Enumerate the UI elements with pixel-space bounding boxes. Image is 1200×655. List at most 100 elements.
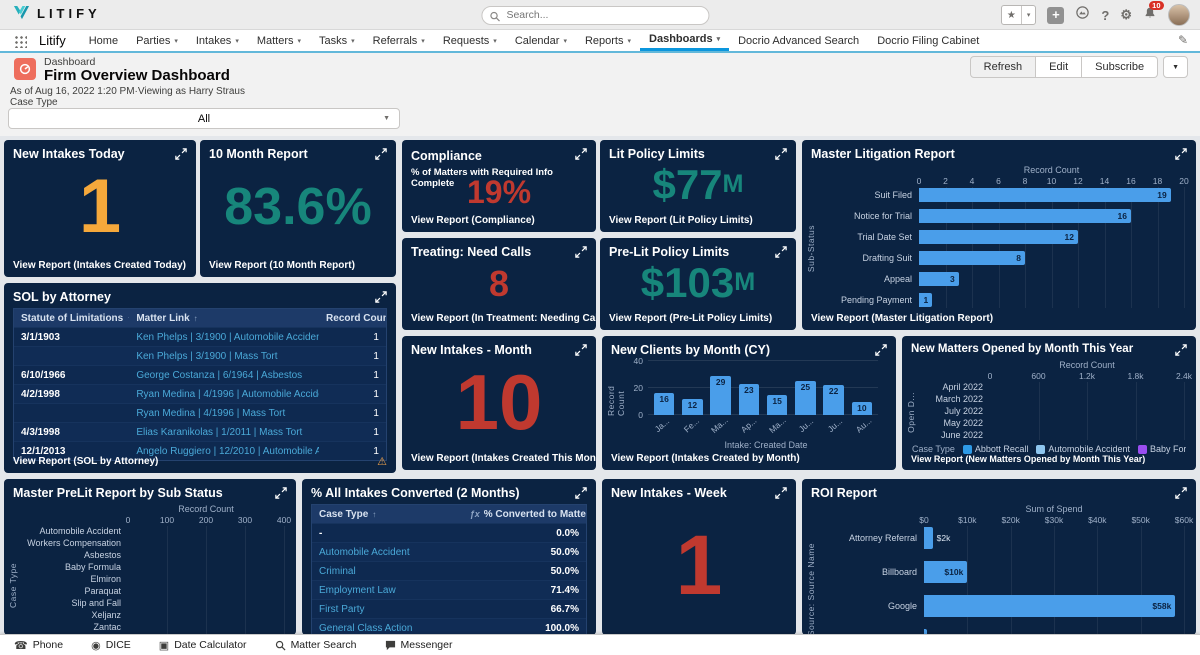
favorites-caret-icon[interactable]: ▾ [1021,6,1036,24]
case-type-link[interactable]: Employment Law [312,581,463,599]
axis-tick-label: 20 [1179,176,1188,186]
column-header[interactable]: Statute of Limitations↑ [14,309,129,327]
chart-bar[interactable] [919,230,1078,244]
trailhead-icon[interactable] [1075,5,1090,25]
view-report-link[interactable]: View Report (New Matters Opened by Month… [911,454,1145,464]
tab-tasks[interactable]: Tasks▾ [310,30,364,51]
utility-phone[interactable]: ☎Phone [0,635,77,655]
chart-bar[interactable]: 25 [795,381,815,415]
case-type-link[interactable]: First Party [312,600,463,618]
matter-link[interactable]: Ken Phelps | 3/1900 | Mass Tort [129,347,319,365]
notifications-bell-icon[interactable]: 10 [1143,6,1157,25]
quick-add-icon[interactable]: + [1047,7,1064,24]
view-report-link[interactable]: View Report (Intakes Created by Month) [611,453,800,464]
chevron-down-icon: ▾ [717,35,721,43]
search-input[interactable] [481,6,709,25]
view-report-link[interactable]: View Report (Intakes Created Today) [13,260,186,271]
chart-bar[interactable] [924,527,933,549]
setup-gear-icon[interactable]: ⚙ [1120,7,1132,23]
expand-tile-icon[interactable] [575,246,587,258]
matter-link[interactable]: George Costanza | 6/1964 | Asbestos [129,366,319,384]
tab-reports[interactable]: Reports▾ [576,30,640,51]
utility-matter-search[interactable]: Matter Search [261,635,371,655]
matter-link[interactable]: Ryan Medina | 4/1996 | Mass Tort [129,404,319,422]
utility-dice[interactable]: ◉DICE [77,635,145,655]
chart-bar[interactable]: 10 [852,402,872,416]
expand-tile-icon[interactable] [775,487,787,499]
chart-bar[interactable] [924,595,1175,617]
chart-bar[interactable]: 23 [739,384,759,415]
view-report-link[interactable]: View Report (Master Litigation Report) [811,313,993,324]
avatar[interactable] [1168,4,1190,26]
more-actions-button[interactable]: ▼ [1163,56,1188,78]
chart-bar[interactable] [919,209,1131,223]
tab-docrio-filing-cabinet[interactable]: Docrio Filing Cabinet [868,30,988,51]
view-report-link[interactable]: View Report (10 Month Report) [209,260,355,271]
expand-tile-icon[interactable] [575,148,587,160]
view-report-link[interactable]: View Report (Compliance) [411,215,535,226]
favorites-button[interactable]: ★ ▾ [1001,5,1036,25]
refresh-button[interactable]: Refresh [970,56,1037,78]
tab-parties[interactable]: Parties▾ [127,30,187,51]
view-report-link[interactable]: View Report (Pre-Lit Policy Limits) [609,313,772,324]
view-report-link[interactable]: View Report (Intakes Created This Month) [411,453,596,464]
view-report-link[interactable]: View Report (In Treatment: Needing Calls… [411,313,596,324]
chart-bar[interactable] [919,251,1025,265]
tab-requests[interactable]: Requests▾ [434,30,506,51]
tab-referrals[interactable]: Referrals▾ [364,30,434,51]
chart-category-label: May 2022 [914,418,990,428]
help-icon[interactable]: ? [1101,8,1109,23]
chart-bar[interactable]: 22 [823,385,843,415]
tab-matters[interactable]: Matters▾ [248,30,310,51]
tab-calendar[interactable]: Calendar▾ [506,30,576,51]
chart-bar[interactable]: 12 [682,399,702,415]
expand-tile-icon[interactable] [375,291,387,303]
case-type-filter[interactable]: All ▼ [8,108,400,129]
case-type-link[interactable]: Criminal [312,562,463,580]
tab-dashboards[interactable]: Dashboards▾ [640,30,729,51]
chart-bar[interactable] [919,188,1171,202]
expand-tile-icon[interactable] [1175,148,1187,160]
matter-link[interactable]: Ryan Medina | 4/1996 | Automobile Accide… [129,385,319,403]
axis-tick-label: 1.8k [1127,371,1143,381]
expand-tile-icon[interactable] [875,344,887,356]
expand-tile-icon[interactable] [175,148,187,160]
new-matters-chart: Record Count06001.2k1.8k2.4kApril 2022Ma… [914,360,1184,440]
tab-docrio-advanced-search[interactable]: Docrio Advanced Search [729,30,868,51]
edit-button[interactable]: Edit [1036,56,1082,78]
matter-link[interactable]: Ken Phelps | 3/1900 | Automobile Acciden… [129,328,319,346]
tab-home[interactable]: Home [80,30,127,51]
expand-tile-icon[interactable] [375,148,387,160]
expand-tile-icon[interactable] [575,344,587,356]
column-header[interactable]: ƒx% Converted to Matters [463,505,586,523]
chart-category-label: Ju... [825,416,848,439]
tile-title: New Intakes - Week [611,486,727,500]
matter-link[interactable]: Elias Karanikolas | 1/2011 | Mass Tort [129,423,319,441]
column-header[interactable]: Record Count [319,309,386,327]
subscribe-button[interactable]: Subscribe [1082,56,1158,78]
tile-title: Treating: Need Calls [411,245,531,259]
chart-bar[interactable]: 29 [710,376,730,415]
chart-value-label: 25 [801,382,810,392]
chart-bar[interactable]: 15 [767,395,787,415]
column-header[interactable]: Matter Link↑ [129,309,319,327]
expand-tile-icon[interactable] [275,487,287,499]
header-icons: ★ ▾ + ? ⚙ 10 [1001,4,1190,26]
star-icon[interactable]: ★ [1002,6,1021,24]
chart-category-label: Asbestos [16,550,128,560]
utility-messenger[interactable]: Messenger [371,635,467,655]
view-report-link[interactable]: View Report (Lit Policy Limits) [609,215,753,226]
case-type-link[interactable]: General Class Action [312,619,463,635]
column-header[interactable]: Case Type↑ [312,505,463,523]
view-report-link[interactable]: View Report (SOL by Attorney) [13,456,158,467]
tile-intakes-converted: % All Intakes Converted (2 Months) Case … [302,479,596,635]
utility-date-calculator[interactable]: ▣Date Calculator [145,635,261,655]
case-type-link[interactable]: Automobile Accident [312,543,463,561]
edit-nav-pencil-icon[interactable]: ✎ [1178,33,1188,47]
chart-bar[interactable]: 16 [654,393,674,415]
app-launcher-icon[interactable] [14,35,27,48]
expand-tile-icon[interactable] [575,487,587,499]
tab-intakes[interactable]: Intakes▾ [187,30,248,51]
expand-tile-icon[interactable] [1175,487,1187,499]
expand-tile-icon[interactable] [1175,344,1187,356]
